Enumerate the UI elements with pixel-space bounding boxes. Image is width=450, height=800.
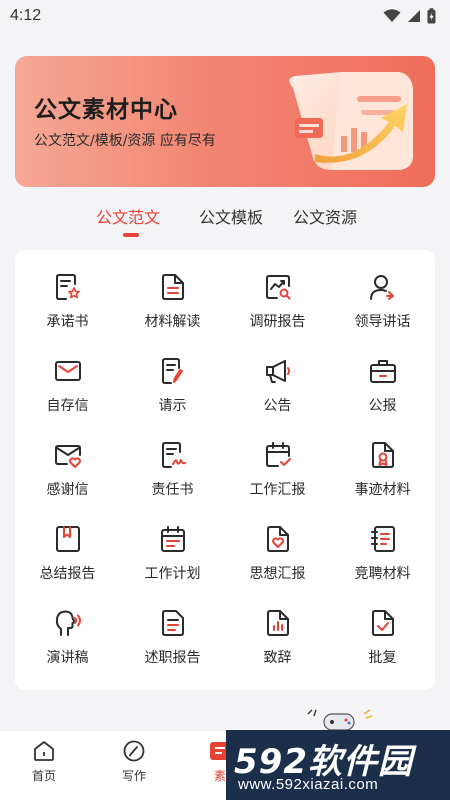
home-icon	[34, 741, 54, 761]
category-label: 领导讲话	[354, 314, 411, 330]
category-label: 承诺书	[46, 314, 89, 330]
category-item-sixiang-huibao[interactable]: 思想汇报	[225, 502, 330, 586]
category-item-gonggao[interactable]: 公告	[225, 334, 330, 418]
gamepad-promo-icon	[307, 709, 373, 731]
watermark-url: www.592xiazai.com	[238, 776, 379, 793]
category-label: 调研报告	[249, 314, 306, 330]
banner[interactable]: 公文素材中心 公文范文/模板/资源 应有尽有	[15, 56, 435, 187]
category-item-pifu[interactable]: 批复	[330, 586, 435, 670]
category-item-gongzuo-huibao[interactable]: 工作汇报	[225, 418, 330, 502]
tab-gongwen-muban[interactable]: 公文模板	[199, 204, 263, 228]
category-label: 公告	[263, 398, 292, 414]
envelope-heart-icon	[54, 445, 81, 468]
category-label: 工作汇报	[249, 482, 306, 498]
document-medal-icon	[371, 442, 394, 468]
category-item-gongzuo-jihua[interactable]: 工作计划	[120, 502, 225, 586]
status-time: 4:12	[10, 7, 42, 24]
category-label: 思想汇报	[249, 566, 306, 582]
category-item-shuzhi-baogao[interactable]: 述职报告	[120, 586, 225, 670]
category-item-shiji-cailiao[interactable]: 事迹材料	[330, 418, 435, 502]
category-item-jingpin-cailiao[interactable]: 竞聘材料	[330, 502, 435, 586]
document-star-icon	[55, 274, 80, 300]
nav-label: 素	[213, 769, 226, 783]
megaphone-icon	[265, 360, 290, 383]
document-lines-icon	[161, 274, 184, 300]
document-signature-icon	[161, 442, 186, 468]
category-label: 事迹材料	[354, 482, 411, 498]
tab-gongwen-fanwen[interactable]: 公文范文	[96, 204, 160, 228]
category-label: 演讲稿	[46, 650, 89, 666]
category-item-zhici[interactable]: 致辞	[225, 586, 330, 670]
category-item-diaoyan-baogao[interactable]: 调研报告	[225, 250, 330, 334]
calendar-check-icon	[265, 442, 291, 467]
category-item-zongjie-baogao[interactable]: 总结报告	[15, 502, 120, 586]
status-bar: 4:12	[0, 0, 450, 32]
category-label: 公报	[368, 398, 397, 414]
document-scroll-illustration	[289, 72, 413, 170]
active-tab-indicator	[123, 233, 139, 237]
category-item-gongbao[interactable]: 公报	[330, 334, 435, 418]
envelope-icon	[54, 361, 81, 381]
category-label: 请示	[158, 398, 187, 414]
category-label: 工作计划	[144, 566, 201, 582]
document-check-icon	[371, 610, 394, 636]
watermark-logo: 592软件园 www.592xiazai.com	[226, 730, 450, 800]
category-item-zerenshu[interactable]: 责任书	[120, 418, 225, 502]
clipboard-lines-icon	[161, 610, 184, 636]
category-label: 感谢信	[46, 482, 89, 498]
category-item-zicunxin[interactable]: 自存信	[15, 334, 120, 418]
category-label: 述职报告	[144, 650, 201, 666]
nav-home[interactable]: 首页	[14, 739, 74, 784]
status-icons	[383, 8, 436, 24]
category-label: 材料解读	[144, 314, 201, 330]
category-label: 致辞	[263, 650, 292, 666]
tab-gongwen-ziyuan[interactable]: 公文资源	[293, 204, 357, 228]
person-speaking-icon	[369, 275, 394, 300]
pen-circle-icon	[123, 740, 145, 762]
wifi-icon	[383, 9, 401, 22]
chart-magnifier-icon	[265, 275, 290, 300]
category-item-ganxiexin[interactable]: 感谢信	[15, 418, 120, 502]
category-tabs: 公文范文 公文模板 公文资源	[0, 204, 450, 240]
document-bar-chart-icon	[266, 610, 289, 636]
calendar-lines-icon	[160, 526, 185, 552]
category-item-cailiao-jiedu[interactable]: 材料解读	[120, 250, 225, 334]
signal-icon	[408, 10, 420, 22]
category-grid: 承诺书 材料解读 调研报告 领导讲话 自存信 请示 公告 公报 感谢信 责任书 …	[15, 250, 435, 690]
category-item-lingdao-jianghua[interactable]: 领导讲话	[330, 250, 435, 334]
nav-label: 写作	[121, 769, 146, 783]
banner-title: 公文素材中心	[34, 97, 178, 123]
category-item-chengnuoshu[interactable]: 承诺书	[15, 250, 120, 334]
category-label: 自存信	[46, 398, 89, 414]
document-heart-icon	[266, 526, 289, 552]
nav-label: 首页	[31, 769, 56, 783]
banner-subtitle: 公文范文/模板/资源 应有尽有	[34, 133, 216, 149]
category-label: 总结报告	[39, 566, 96, 582]
category-label: 批复	[368, 650, 397, 666]
document-pen-icon	[161, 358, 183, 384]
category-item-qingshi[interactable]: 请示	[120, 334, 225, 418]
notebook-icon	[370, 526, 395, 552]
category-item-yanjianggao[interactable]: 演讲稿	[15, 586, 120, 670]
head-sound-icon	[55, 610, 81, 636]
briefcase-icon	[369, 360, 396, 383]
battery-charging-icon	[427, 8, 436, 24]
bookmark-book-icon	[55, 526, 80, 552]
nav-write[interactable]: 写作	[104, 739, 164, 784]
category-label: 责任书	[151, 482, 194, 498]
category-label: 竞聘材料	[354, 566, 411, 582]
